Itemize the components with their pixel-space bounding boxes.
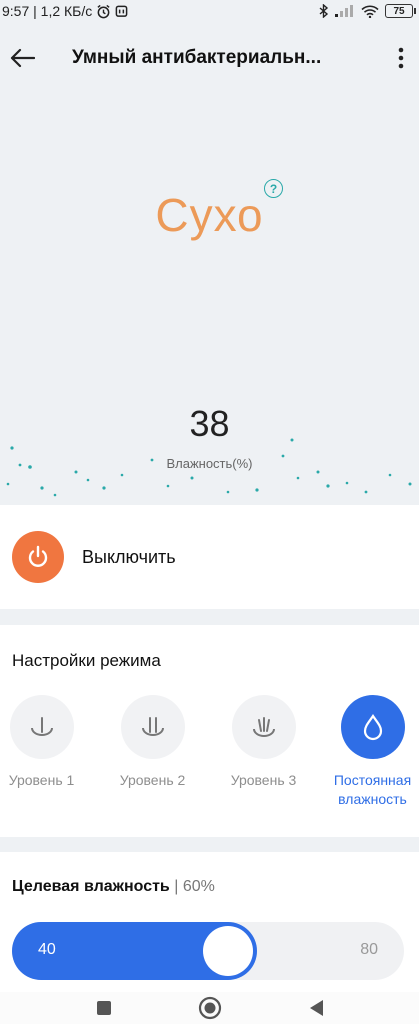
back-button[interactable] bbox=[2, 38, 42, 78]
mode-level-1-button[interactable] bbox=[9, 695, 74, 759]
alarm-icon bbox=[97, 4, 110, 18]
help-icon[interactable]: ? bbox=[264, 179, 283, 198]
target-humidity-card: Целевая влажность | 60% 40 80 bbox=[0, 852, 419, 992]
mist-level-2-icon bbox=[141, 717, 164, 736]
power-icon bbox=[28, 545, 48, 567]
slider-min-label: 40 bbox=[38, 941, 56, 958]
status-time-speed: 9:57 | 1,2 КБ/с bbox=[2, 3, 93, 19]
mode-level-3-button[interactable] bbox=[231, 695, 296, 759]
mode-level-2-button[interactable] bbox=[120, 695, 185, 759]
mode-level-2-label: Уровень 2 bbox=[119, 772, 186, 788]
humidity-panel: Сухо ? 38 Влажность(%) bbox=[0, 80, 419, 505]
header: Умный антибактериальн... bbox=[0, 36, 419, 80]
mode-settings-card: Настройки режима Уровень 1 Уровень 2 Уро… bbox=[0, 625, 419, 837]
home-circle-icon bbox=[198, 996, 221, 1020]
recents-button[interactable] bbox=[92, 996, 116, 1020]
water-drop-icon bbox=[363, 714, 382, 741]
mist-level-3-icon bbox=[252, 717, 275, 737]
mi-home-icon bbox=[115, 5, 128, 17]
more-vertical-icon bbox=[398, 47, 404, 69]
target-humidity-separator: | bbox=[174, 878, 183, 895]
power-button[interactable] bbox=[12, 531, 64, 583]
target-humidity-title: Целевая влажность bbox=[12, 878, 170, 895]
mode-level-1-label: Уровень 1 bbox=[8, 772, 75, 788]
power-label[interactable]: Выключить bbox=[82, 547, 176, 568]
target-humidity-title-row: Целевая влажность | 60% bbox=[12, 878, 215, 896]
home-button[interactable] bbox=[198, 996, 222, 1020]
more-button[interactable] bbox=[383, 38, 419, 78]
target-humidity-value: 60% bbox=[182, 878, 215, 895]
arrow-left-icon bbox=[10, 48, 35, 68]
mode-settings-title: Настройки режима bbox=[12, 651, 161, 670]
square-icon bbox=[96, 1001, 111, 1015]
wifi-icon bbox=[361, 5, 379, 18]
mode-list: Уровень 1 Уровень 2 Уровень 3 Постоянная… bbox=[0, 695, 419, 835]
bluetooth-icon bbox=[319, 4, 329, 18]
slider-max-label: 80 bbox=[360, 941, 378, 958]
battery-icon: 75 bbox=[385, 4, 416, 18]
mist-level-1-icon bbox=[30, 717, 53, 736]
mode-level-1[interactable]: Уровень 1 bbox=[0, 695, 97, 790]
target-humidity-slider[interactable]: 40 80 bbox=[12, 922, 404, 980]
mode-level-3-label: Уровень 3 bbox=[230, 772, 297, 788]
mode-level-2[interactable]: Уровень 2 bbox=[97, 695, 208, 790]
mode-constant-humidity-label: Постоянная влажность bbox=[333, 772, 412, 807]
humidity-status: Сухо bbox=[155, 189, 264, 241]
status-bar: 9:57 | 1,2 КБ/с 75 bbox=[0, 0, 419, 22]
mist-dots-decoration bbox=[6, 438, 412, 497]
system-nav-bar bbox=[0, 992, 419, 1024]
slider-thumb[interactable] bbox=[203, 926, 253, 976]
signal-icon bbox=[335, 5, 353, 17]
mode-constant-humidity[interactable]: Постоянная влажность bbox=[317, 695, 419, 809]
back-nav-button[interactable] bbox=[304, 996, 328, 1020]
mode-level-3[interactable]: Уровень 3 bbox=[208, 695, 319, 790]
battery-level: 75 bbox=[393, 5, 405, 17]
mode-constant-humidity-button[interactable] bbox=[340, 695, 405, 759]
page-title: Умный антибактериальн... bbox=[72, 47, 322, 68]
power-card: Выключить bbox=[0, 505, 419, 609]
triangle-back-icon bbox=[309, 1000, 323, 1016]
